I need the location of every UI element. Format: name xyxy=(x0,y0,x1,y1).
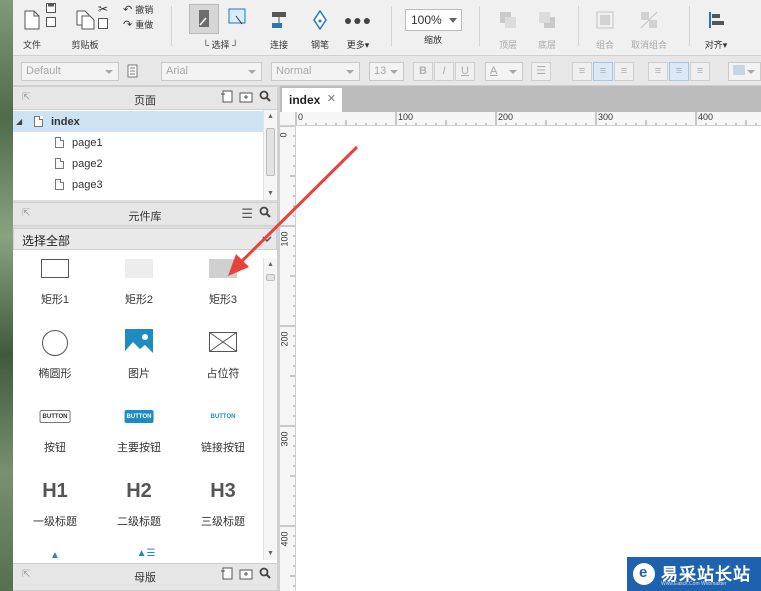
annotation-arrow xyxy=(228,145,359,276)
site-logo-icon xyxy=(633,563,655,585)
site-watermark: 易采站长站 Www.Easck.Com Webmaster xyxy=(627,557,761,591)
